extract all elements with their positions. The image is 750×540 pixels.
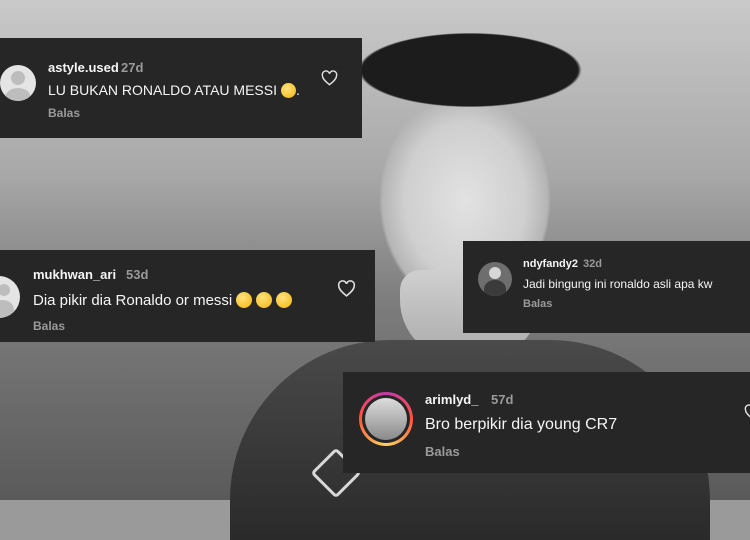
laughing-crying-face-emoji (256, 292, 273, 308)
comment-text: Dia pikir dia Ronaldo or messi (33, 292, 293, 309)
comment-text: Bro berpikir dia young CR7 (425, 416, 618, 433)
comment-username[interactable]: arimlyd_ (425, 392, 478, 407)
default-avatar-icon[interactable] (0, 65, 36, 101)
comment-card: arimlyd_ 57d Bro berpikir dia young CR7 … (343, 372, 750, 473)
heart-outline-icon[interactable] (744, 404, 750, 420)
worried-face-emoji (280, 83, 296, 98)
story-ring[interactable] (359, 392, 413, 446)
comment-username[interactable]: mukhwan_ari (33, 267, 116, 282)
comment-username[interactable]: ndyfandy2 (523, 258, 578, 270)
reply-button[interactable]: Balas (33, 319, 65, 333)
comment-card: astyle.used 27d LU BUKAN RONALDO ATAU ME… (0, 38, 362, 138)
default-avatar-icon[interactable] (0, 276, 20, 318)
comment-age: 57d (491, 392, 514, 407)
reply-button[interactable]: Balas (523, 298, 552, 310)
comment-username[interactable]: astyle.used (48, 60, 119, 75)
comment-age: 32d (583, 258, 602, 270)
heart-outline-icon[interactable] (337, 280, 356, 297)
laughing-crying-face-emoji (276, 292, 293, 308)
smirk-face-emoji (236, 292, 253, 308)
heart-outline-icon[interactable] (321, 70, 338, 86)
comment-text: LU BUKAN RONALDO ATAU MESSI. (48, 82, 300, 98)
comment-card: ndyfandy2 32d Jadi bingung ini ronaldo a… (463, 241, 750, 333)
reply-button[interactable]: Balas (425, 444, 460, 459)
comment-text: Jadi bingung ini ronaldo asli apa kw (523, 277, 713, 291)
reply-button[interactable]: Balas (48, 106, 80, 120)
comment-age: 27d (121, 60, 144, 75)
user-avatar[interactable] (362, 395, 410, 443)
user-avatar[interactable] (478, 262, 512, 296)
comment-age: 53d (126, 267, 149, 282)
comment-card: mukhwan_ari 53d Dia pikir dia Ronaldo or… (0, 250, 375, 342)
